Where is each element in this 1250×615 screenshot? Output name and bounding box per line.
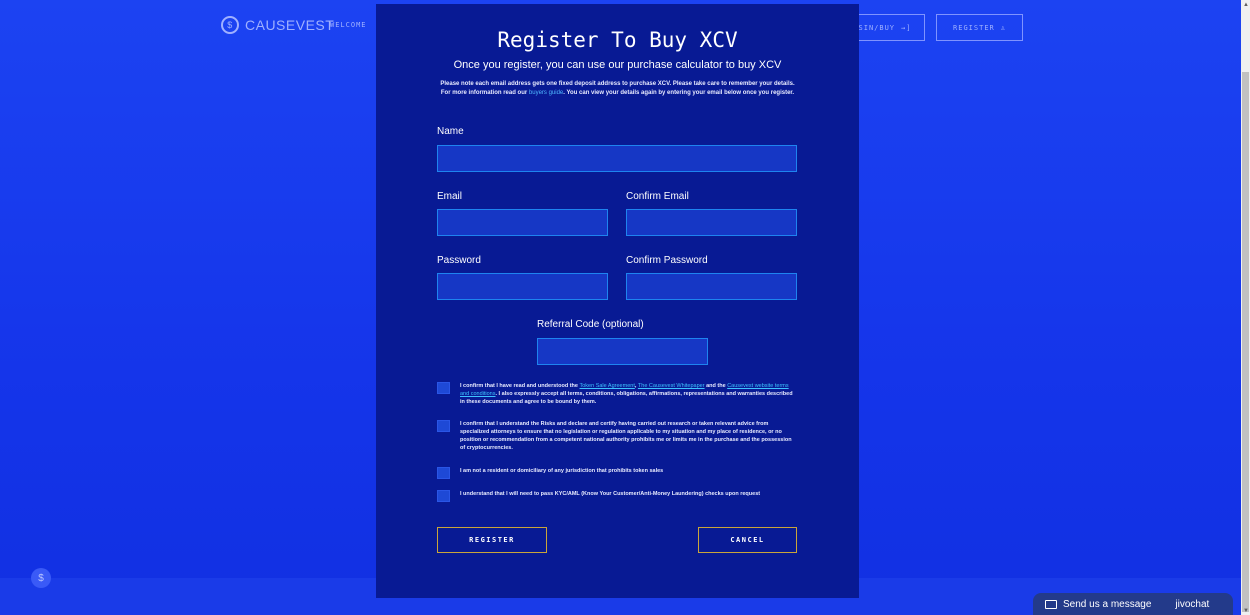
password-input[interactable] bbox=[437, 273, 608, 300]
brand-name: CAUSEVEST bbox=[245, 17, 335, 33]
terms-text-c: and the bbox=[704, 383, 728, 389]
scroll-up-icon[interactable]: ▲ bbox=[1243, 2, 1249, 8]
kyc-checkbox[interactable] bbox=[437, 490, 450, 502]
login-buy-label: SIN/BUY bbox=[858, 23, 896, 32]
modal-subtitle: Once you register, you can use our purch… bbox=[453, 59, 782, 71]
referral-label: Referral Code (optional) bbox=[537, 319, 644, 330]
confirm-password-input[interactable] bbox=[626, 273, 797, 300]
nav-welcome-link[interactable]: WELCOME bbox=[330, 21, 367, 29]
register-button[interactable]: REGISTER bbox=[437, 527, 547, 553]
chat-widget[interactable]: Send us a message jivochat bbox=[1033, 593, 1233, 615]
register-modal: Register To Buy XCV Once you register, y… bbox=[376, 4, 859, 598]
password-label: Password bbox=[437, 255, 481, 266]
residency-checkbox[interactable] bbox=[437, 467, 450, 479]
risks-checkbox-text: I confirm that I understand the Risks an… bbox=[460, 421, 792, 451]
envelope-icon bbox=[1045, 599, 1057, 609]
name-input[interactable] bbox=[437, 145, 797, 172]
user-icon: ♙ bbox=[1000, 23, 1006, 32]
header-register-button[interactable]: REGISTER ♙ bbox=[936, 14, 1023, 41]
referral-input[interactable] bbox=[537, 338, 708, 365]
floating-logo-icon[interactable]: $ bbox=[31, 568, 51, 588]
login-arrow-icon: →] bbox=[901, 23, 912, 32]
modal-description: Please note each email address gets one … bbox=[436, 80, 799, 98]
cancel-button[interactable]: CANCEL bbox=[698, 527, 797, 553]
terms-text-a: I confirm that I have read and understoo… bbox=[460, 383, 580, 389]
kyc-checkbox-text: I understand that I will need to pass KY… bbox=[460, 491, 761, 497]
residency-checkbox-row: I am not a resident or domiciliary of an… bbox=[437, 467, 797, 479]
confirm-email-label: Confirm Email bbox=[626, 191, 689, 202]
residency-checkbox-text: I am not a resident or domiciliary of an… bbox=[460, 468, 664, 474]
terms-checkbox[interactable] bbox=[437, 382, 450, 394]
chat-message-label: Send us a message bbox=[1063, 598, 1152, 610]
kyc-checkbox-row: I understand that I will need to pass KY… bbox=[437, 490, 790, 502]
causevest-logo-icon: $ bbox=[221, 16, 239, 34]
email-label: Email bbox=[437, 191, 463, 202]
modal-title: Register To Buy XCV bbox=[497, 28, 738, 52]
token-sale-agreement-link[interactable]: Token Sale Agreement bbox=[580, 383, 635, 389]
risks-checkbox-row: I confirm that I understand the Risks an… bbox=[437, 420, 797, 452]
scroll-down-icon[interactable]: ▼ bbox=[1243, 608, 1249, 614]
page-scrollbar[interactable]: ▲ ▼ bbox=[1241, 0, 1250, 615]
terms-checkbox-row: I confirm that I have read and understoo… bbox=[437, 382, 797, 406]
terms-text-d: . I also expressly accept all terms, con… bbox=[460, 391, 793, 405]
buyers-guide-link[interactable]: buyers guide bbox=[529, 90, 563, 96]
confirm-email-input[interactable] bbox=[626, 209, 797, 236]
name-label: Name bbox=[437, 126, 464, 137]
terms-checkbox-text: I confirm that I have read and understoo… bbox=[460, 382, 797, 406]
risks-checkbox[interactable] bbox=[437, 420, 450, 432]
whitepaper-link[interactable]: The Causevest Whitepaper bbox=[638, 383, 705, 389]
email-input[interactable] bbox=[437, 209, 608, 236]
scroll-thumb[interactable] bbox=[1242, 72, 1249, 612]
header-register-label: REGISTER bbox=[953, 23, 995, 32]
brand-logo[interactable]: $ CAUSEVEST bbox=[221, 16, 334, 34]
chat-brand: jivochat bbox=[1175, 598, 1210, 610]
confirm-password-label: Confirm Password bbox=[626, 255, 708, 266]
desc-text-2: . You can view your details again by ent… bbox=[563, 90, 795, 96]
